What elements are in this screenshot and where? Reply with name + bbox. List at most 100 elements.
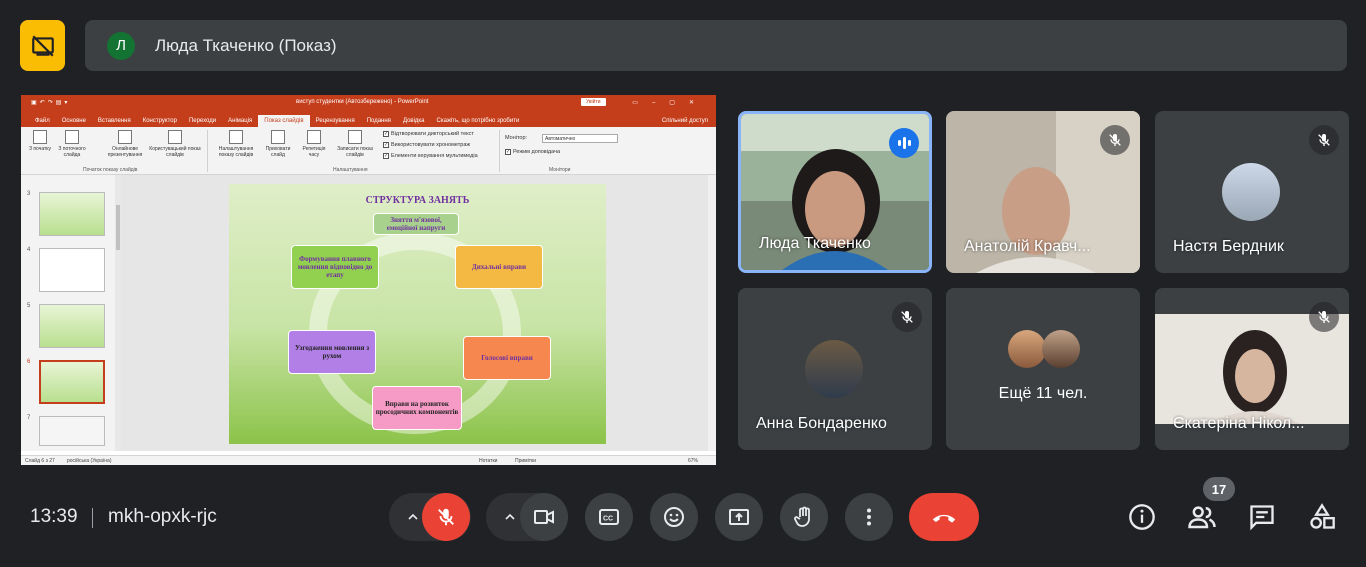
slide-title: СТРУКТУРА ЗАНЯТЬ <box>365 195 470 206</box>
mic-toggle-button[interactable] <box>422 493 470 541</box>
raise-hand-button[interactable] <box>780 493 828 541</box>
participant-tile[interactable]: Настя Бердник <box>1155 111 1349 273</box>
ppt-check-timings: ✓ Використовувати хронометраж <box>383 142 471 148</box>
participant-name: Люда Ткаченко <box>759 235 871 252</box>
participant-avatar <box>1008 330 1046 368</box>
present-screen-icon <box>729 509 749 525</box>
meet-window: Л Люда Ткаченко (Показ) ▣↶↷▤▾ виступ сту… <box>0 0 1366 567</box>
slide-thumbnail <box>39 304 105 348</box>
slide-thumbnail-selected <box>39 360 105 404</box>
current-slide: СТРУКТУРА ЗАНЯТЬ Зняття м'язової, емоцій… <box>229 184 606 444</box>
activities-button[interactable] <box>1307 502 1337 532</box>
presenter-label: Люда Ткаченко (Показ) <box>155 35 337 55</box>
ppt-from-start: З початку <box>23 130 57 152</box>
presenter-avatar: Л <box>107 31 135 60</box>
ppt-ribbon-tabs: Файл Основне Вставлення Конструктор Пере… <box>21 112 716 127</box>
ppt-slide-counter: Слайд 6 з 27 <box>25 458 55 464</box>
emoji-icon <box>664 507 684 527</box>
window-controls: ▭–▢✕ <box>632 100 708 106</box>
captions-button[interactable]: CC <box>585 493 633 541</box>
more-participants-tile[interactable]: Ещё 11 чел. <box>946 288 1140 450</box>
ppt-share-button: Спільний доступ <box>661 118 708 124</box>
raise-hand-icon <box>794 506 810 527</box>
thumb-number: 6 <box>27 359 31 365</box>
presenter-banner[interactable]: Л Люда Ткаченко (Показ) <box>85 20 1347 71</box>
ppt-document-title: виступ студентки (Автозбережено) - Power… <box>296 99 429 105</box>
svg-text:CC: CC <box>603 516 613 523</box>
slide-box-left-top: Формування плавного мовлення відповідно … <box>291 245 379 289</box>
participant-tile[interactable]: Єкатеріна Нікол... <box>1155 288 1349 450</box>
stop-presenting-button[interactable] <box>20 20 65 71</box>
meeting-details-button[interactable] <box>1127 502 1157 532</box>
participant-tile[interactable]: Анатолій Кравч... <box>946 111 1140 273</box>
chat-button[interactable] <box>1247 502 1277 532</box>
leave-call-button[interactable] <box>909 493 979 541</box>
thumb-number: 4 <box>27 247 31 253</box>
activities-icon <box>1310 503 1335 529</box>
ppt-from-current: З поточного слайда <box>55 130 89 158</box>
ppt-hide-slide: Приховати слайд <box>261 130 295 158</box>
present-now-button[interactable] <box>715 493 763 541</box>
ppt-tab: Переходи <box>188 118 217 124</box>
ppt-tab: Довідка <box>402 118 425 124</box>
ppt-group-label: Монітори <box>549 167 571 173</box>
chat-icon <box>1250 505 1274 531</box>
ppt-comments: Примітки <box>515 458 536 464</box>
meeting-time: 13:39 <box>30 506 78 527</box>
participant-name: Єкатеріна Нікол... <box>1173 415 1305 432</box>
people-button[interactable] <box>1187 502 1217 532</box>
slide-box-left-bottom: Узгодження мовлення з рухом <box>288 330 376 374</box>
slide-thumbnail <box>39 192 105 236</box>
ppt-tab: Анімація <box>228 118 253 124</box>
captions-icon: CC <box>599 509 619 525</box>
ppt-rehearse: Репетиція часу <box>297 130 331 158</box>
camera-toggle-button[interactable] <box>520 493 568 541</box>
mic-off-icon <box>1100 125 1130 155</box>
ppt-notes: Нотатки <box>479 458 498 464</box>
mic-off-icon <box>1309 125 1339 155</box>
participant-name: Настя Бердник <box>1173 238 1284 255</box>
slide-box-top: Зняття м'язової, емоційної напруги <box>373 213 459 235</box>
reactions-button[interactable] <box>650 493 698 541</box>
participant-avatar <box>1042 330 1080 368</box>
mic-off-icon <box>892 302 922 332</box>
info-icon <box>1129 504 1155 530</box>
ppt-check-presenter-view: ✓ Режим доповідача <box>505 149 561 155</box>
participant-tile[interactable]: Анна Бондаренко <box>738 288 932 450</box>
mic-off-icon <box>1309 302 1339 332</box>
slide-box-right-top: Дихальні вправи <box>455 245 543 289</box>
ppt-tab: Конструктор <box>142 118 177 124</box>
ppt-tab: Подання <box>366 118 391 124</box>
ppt-tab-active: Показ слайдів <box>258 115 310 127</box>
slide-thumbnail <box>39 248 105 292</box>
slide-box-bottom: Вправи на розвиток просодичних компонент… <box>372 386 462 430</box>
footer-divider <box>92 508 93 528</box>
ppt-check-media: ✓ Елементи керування мультимедіа <box>383 153 478 159</box>
camera-icon <box>534 510 554 524</box>
ppt-zoom: 67% <box>688 458 699 464</box>
participant-name: Анна Бондаренко <box>756 415 887 432</box>
mic-off-icon <box>438 508 454 526</box>
ppt-workspace: 3 4 5 6 7 СТРУКТУРА ЗАНЯТЬ Зняття м'язов… <box>21 175 716 451</box>
present-off-icon <box>31 34 54 57</box>
ppt-language: російська (Україна) <box>67 458 112 464</box>
participant-tile[interactable]: Люда Ткаченко <box>738 111 932 273</box>
slide-box-right-bottom: Голосові вправи <box>463 336 551 380</box>
ppt-tab: Файл <box>35 118 50 124</box>
more-options-button[interactable] <box>845 493 893 541</box>
participant-name: Анатолій Кравч... <box>964 238 1091 255</box>
thumb-number: 5 <box>27 303 31 309</box>
ppt-group-label: Налаштування <box>333 167 368 173</box>
participant-avatar <box>805 340 863 398</box>
ppt-monitor-select: Автоматично <box>542 134 618 143</box>
participant-avatar <box>1222 163 1280 221</box>
ribbon-separator <box>207 130 208 172</box>
ppt-title-bar: ▣↶↷▤▾ виступ студентки (Автозбережено) -… <box>21 95 716 112</box>
thumb-scrollbar <box>115 175 121 451</box>
ppt-sign-in-button: Увійти <box>581 98 606 106</box>
ppt-tell-me: Скажіть, що потрібно зробити <box>436 118 520 124</box>
more-participants-label: Ещё 11 чел. <box>998 385 1088 402</box>
more-vert-icon <box>867 508 871 526</box>
chevron-up-icon <box>408 513 418 520</box>
ppt-group-label: Початок показу слайдів <box>83 167 138 173</box>
